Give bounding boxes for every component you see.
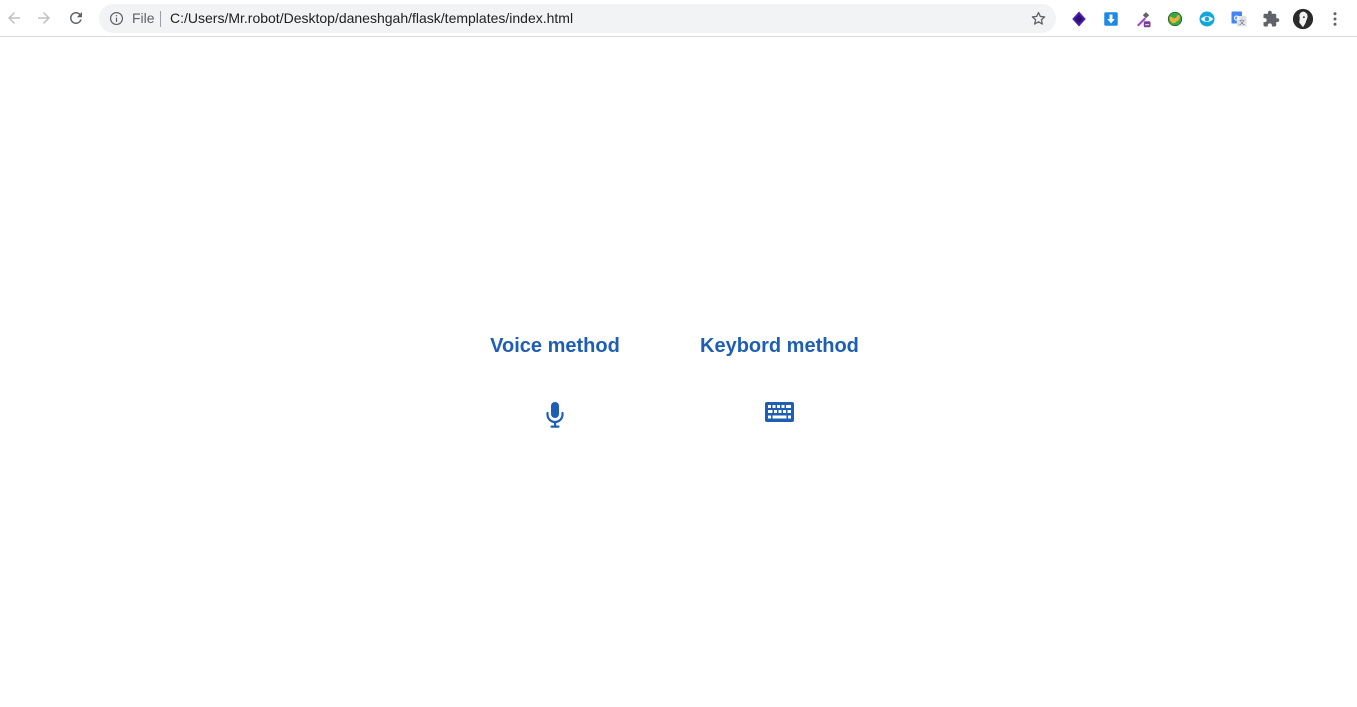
reload-icon	[69, 11, 82, 24]
download-extension-icon[interactable]	[1101, 9, 1121, 29]
browser-toolbar: File C:/Users/Mr.robot/Desktop/daneshgah…	[0, 0, 1357, 37]
profile-avatar[interactable]	[1292, 8, 1314, 30]
globe-extension-icon[interactable]	[1165, 9, 1185, 29]
microphone-icon[interactable]	[490, 402, 620, 428]
bookmark-star-icon[interactable]	[1030, 10, 1047, 27]
translate-extension-icon[interactable]: G文	[1229, 9, 1249, 29]
address-bar[interactable]: File C:/Users/Mr.robot/Desktop/daneshgah…	[99, 4, 1056, 33]
arrow-right-icon	[38, 12, 50, 24]
keyboard-icon[interactable]	[700, 402, 858, 422]
voice-method-option[interactable]: Voice method	[490, 334, 620, 428]
page-content: Voice method Keybord method	[0, 38, 1357, 707]
url-text[interactable]: C:/Users/Mr.robot/Desktop/daneshgah/flas…	[170, 11, 573, 26]
reload-button[interactable]	[63, 5, 89, 31]
more-menu-icon[interactable]	[1325, 9, 1345, 29]
voice-method-title[interactable]: Voice method	[490, 334, 620, 358]
forward-button[interactable]	[31, 5, 57, 31]
address-divider	[160, 11, 161, 27]
back-button[interactable]	[1, 5, 27, 31]
eyedropper-extension-icon[interactable]	[1133, 9, 1153, 29]
keyboard-method-option[interactable]: Keybord method	[700, 334, 859, 422]
purple-stack-extension-icon[interactable]	[1069, 9, 1089, 29]
eye-extension-icon[interactable]	[1197, 9, 1217, 29]
url-scheme-label: File	[132, 10, 155, 26]
keyboard-method-title[interactable]: Keybord method	[700, 334, 859, 358]
info-icon[interactable]	[109, 11, 124, 26]
arrow-left-icon	[8, 12, 20, 24]
puzzle-extensions-icon[interactable]	[1261, 9, 1281, 29]
